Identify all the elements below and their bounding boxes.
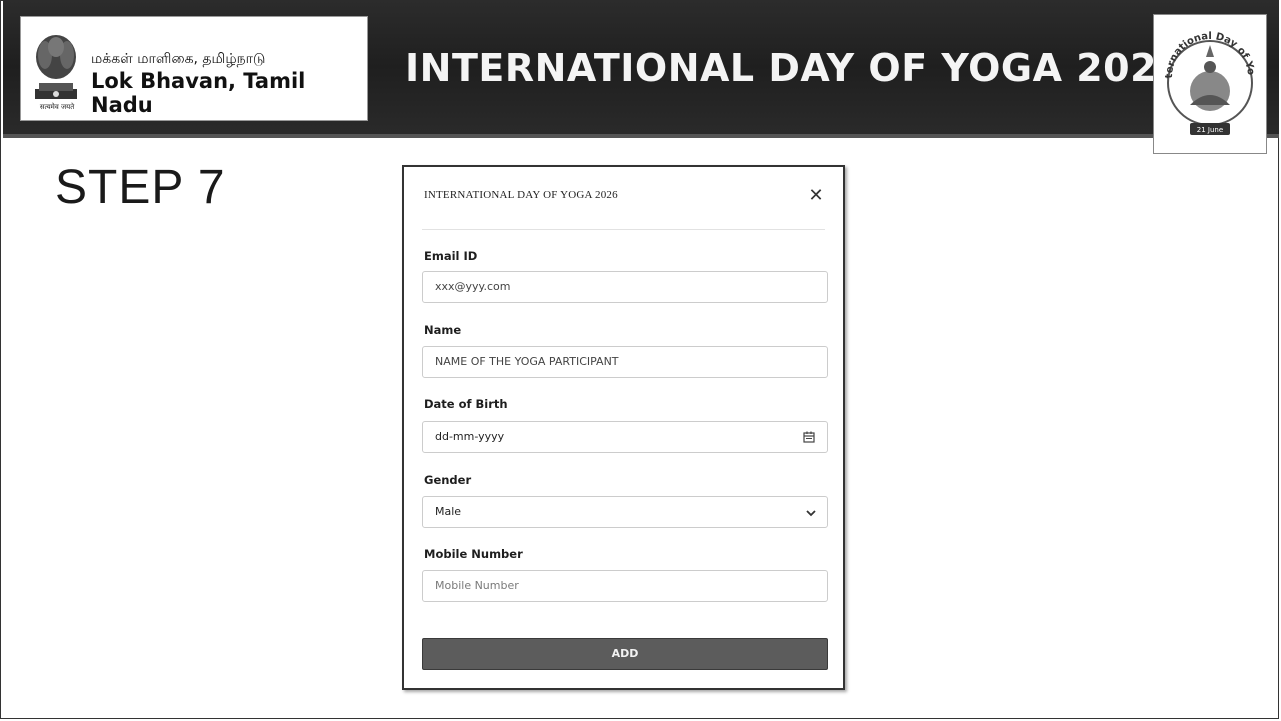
chevron-down-icon xyxy=(806,510,816,517)
gender-label: Gender xyxy=(424,473,472,487)
name-label: Name xyxy=(424,323,462,337)
email-label: Email ID xyxy=(424,249,478,263)
mobile-label: Mobile Number xyxy=(424,547,523,561)
yoga-day-logo-box: International Day of Yoga 21 June xyxy=(1150,7,1267,154)
org-name-english: Lok Bhavan, Tamil Nadu xyxy=(91,69,306,117)
step-label: STEP 7 xyxy=(55,161,226,214)
yoga-logo-date: 21 June xyxy=(1197,126,1223,134)
email-input[interactable]: xxx@yyy.com xyxy=(422,271,828,303)
org-logo-box: सत्यमेव जयते மக்கள் மாளிகை, தமிழ்நாடு Lo… xyxy=(20,16,368,121)
emblem-caption: सत्यमेव जयते xyxy=(39,103,75,111)
dob-value: dd-mm-yyyy xyxy=(435,430,505,443)
modal-title: INTERNATIONAL DAY OF YOGA 2026 xyxy=(424,189,618,201)
mobile-input[interactable]: Mobile Number xyxy=(422,570,828,602)
state-emblem-icon xyxy=(35,35,77,99)
registration-modal: INTERNATIONAL DAY OF YOGA 2026 ✕ Email I… xyxy=(402,165,845,690)
gender-select[interactable]: Male xyxy=(422,496,828,528)
modal-divider xyxy=(422,229,825,230)
org-name-tamil: மக்கள் மாளிகை, தமிழ்நாடு xyxy=(91,51,266,67)
close-button[interactable]: ✕ xyxy=(805,185,827,207)
name-input[interactable]: NAME OF THE YOGA PARTICIPANT xyxy=(422,346,828,378)
dob-input[interactable]: dd-mm-yyyy xyxy=(422,421,828,453)
calendar-icon[interactable] xyxy=(803,431,815,443)
gender-value: Male xyxy=(435,505,462,518)
add-button[interactable]: ADD xyxy=(422,638,828,670)
dob-label: Date of Birth xyxy=(424,397,508,411)
close-icon: ✕ xyxy=(808,185,824,206)
header-title: INTERNATIONAL DAY OF YOGA 2026 xyxy=(405,46,1184,90)
yoga-day-logo-icon: International Day of Yoga 21 June xyxy=(1150,7,1256,135)
header-divider xyxy=(3,134,1279,138)
